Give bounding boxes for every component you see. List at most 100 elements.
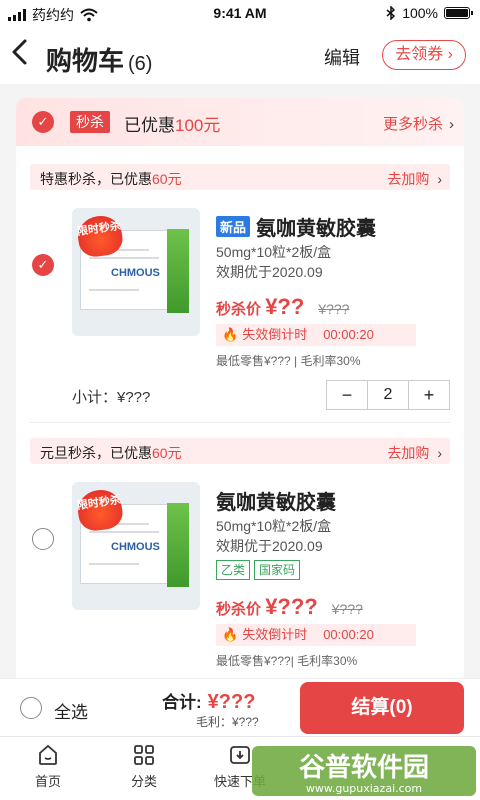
battery-icon [444,7,473,19]
checkout-bar: 全选 合计: ¥??? 毛利：¥??? 结算(0) [0,678,480,736]
box-line [89,563,139,565]
divider [30,422,450,423]
back-button[interactable] [10,38,30,74]
tab-home-label: 首页 [34,774,61,789]
tag-class-b: 乙类 [216,560,251,580]
status-right: 100% [386,5,473,21]
box-stripe [167,229,189,313]
new-tag: 新品 [216,216,251,237]
product-image[interactable]: CHMOUS 限时秒杀 [72,208,200,336]
add-more-link[interactable]: 去加购 › [387,443,442,463]
tab-home[interactable]: 首页 [0,743,96,790]
tag-national-code: 国家码 [254,560,301,580]
home-icon [39,744,57,765]
saved-prefix: 已优惠 [124,116,175,135]
cart-content[interactable]: ✓ 秒杀 已优惠100元 更多秒杀 › 特惠秒杀，已优惠60元 去加购 › ✓ CH… [0,84,480,678]
original-price: ¥??? [331,601,363,617]
original-price: ¥??? [318,301,350,317]
product-name[interactable]: 新品 氨咖黄敏胶囊 [216,212,376,241]
edit-button[interactable]: 编辑 [324,44,360,70]
decrease-button[interactable]: − [327,381,367,409]
get-coupon-button[interactable]: 去领券 › [382,40,466,70]
tab-category[interactable]: 分类 [96,743,192,790]
flash-sale-saved: 已优惠100元 [124,111,220,136]
item-checkbox[interactable] [32,528,54,550]
product-spec: 50mg*10粒*2板/盒 [216,244,332,260]
svg-text:www.gupuxiazai.com: www.gupuxiazai.com [306,782,422,795]
total: 合计: ¥??? [162,688,255,714]
promo-text: 元旦秒杀，已优惠60元 [40,443,182,463]
chevron-right-icon: › [447,46,453,63]
box-stripe [167,503,189,587]
product-tags: 乙类 国家码 [216,560,301,580]
battery-level [446,9,468,17]
price-value: ¥??? [265,594,318,619]
quantity-stepper: − 2 + [326,380,450,410]
header: 购物车 (6) 编辑 去领券 › [0,28,480,84]
countdown-label: 失效倒计时 [242,627,308,642]
flash-sale-header: ✓ 秒杀 已优惠100元 更多秒杀 › [16,98,464,146]
promo-bar: 特惠秒杀，已优惠60元 去加购 › [30,164,450,190]
product-meta: 最低零售¥???| 毛利率30% [216,654,358,668]
page-title: 购物车 (6) [46,41,152,78]
box-brand: CHMOUS [111,541,160,553]
box-line [89,289,139,291]
chevron-right-icon: › [437,171,442,187]
quick-order-icon [230,746,250,764]
product-name-text: 氨咖黄敏胶囊 [256,218,377,240]
gross-profit: 毛利：¥??? [196,715,259,729]
product-expiry: 效期优于2020.09 [216,264,323,280]
select-all-label[interactable]: 全选 [54,698,88,723]
flash-sale-card: ✓ 秒杀 已优惠100元 更多秒杀 › 特惠秒杀，已优惠60元 去加购 › ✓ CH… [16,98,464,678]
product-image[interactable]: CHMOUS 限时秒杀 [72,482,200,610]
bluetooth-icon [386,6,396,20]
product-spec: 50mg*10粒*2板/盒 [216,518,332,534]
countdown-label: 失效倒计时 [242,327,308,342]
product-expiry: 效期优于2020.09 [216,538,323,554]
flash-sale-checkbox[interactable]: ✓ [32,111,54,133]
checkout-button[interactable]: 结算(0) [300,682,464,734]
chevron-right-icon: › [437,445,442,461]
price-row: 秒杀价 ¥??? ¥??? [216,594,363,620]
chevron-right-icon: › [449,116,454,133]
coupon-label: 去领券 [395,46,444,63]
watermark-logo: 谷普软件园 www.gupuxiazai.com [252,746,476,796]
battery-percent: 100% [402,5,438,21]
item-checkbox[interactable]: ✓ [32,254,54,276]
add-more-label: 去加购 [387,171,430,187]
status-bar: 药约约 9:41 AM 100% [0,0,480,28]
cart-count: (6) [128,53,153,75]
total-value: ¥??? [207,691,256,713]
fire-icon: 🔥 [222,627,239,642]
price-row: 秒杀价 ¥?? ¥??? [216,294,349,320]
countdown-time: 00:00:20 [323,327,374,342]
saved-amount: 100元 [175,116,221,135]
countdown-bar: 🔥 失效倒计时 00:00:20 [216,324,416,346]
promo-text: 特惠秒杀，已优惠60元 [40,169,182,189]
add-more-link[interactable]: 去加购 › [387,169,442,189]
select-all-checkbox[interactable] [20,697,42,719]
more-flash-sale-link[interactable]: 更多秒杀 › [383,113,454,134]
box-line [89,531,159,533]
add-more-label: 去加购 [387,445,430,461]
category-icon [134,745,154,765]
fire-icon: 🔥 [222,327,239,342]
product-name[interactable]: 氨咖黄敏胶囊 [216,486,336,515]
more-label: 更多秒杀 [382,116,443,133]
increase-button[interactable]: + [409,381,449,409]
tab-category-label: 分类 [130,774,157,789]
svg-text:谷普软件园: 谷普软件园 [299,752,429,783]
box-line [89,257,159,259]
title-text: 购物车 [46,46,125,76]
promo-bar: 元旦秒杀，已优惠60元 去加购 › [30,438,450,464]
promo-prefix: 元旦秒杀，已优惠 [40,445,152,461]
quantity-value[interactable]: 2 [367,381,409,409]
product-meta: 最低零售¥??? | 毛利率30% [216,354,361,368]
flash-sale-tag: 秒杀 [70,111,110,133]
promo-amount: 60元 [152,445,182,461]
chevron-left-icon [12,39,27,65]
price-label: 秒杀价 [216,601,262,618]
countdown-bar: 🔥 失效倒计时 00:00:20 [216,624,416,646]
subtotal: 小计：¥??? [72,389,151,406]
price-label: 秒杀价 [216,301,262,318]
